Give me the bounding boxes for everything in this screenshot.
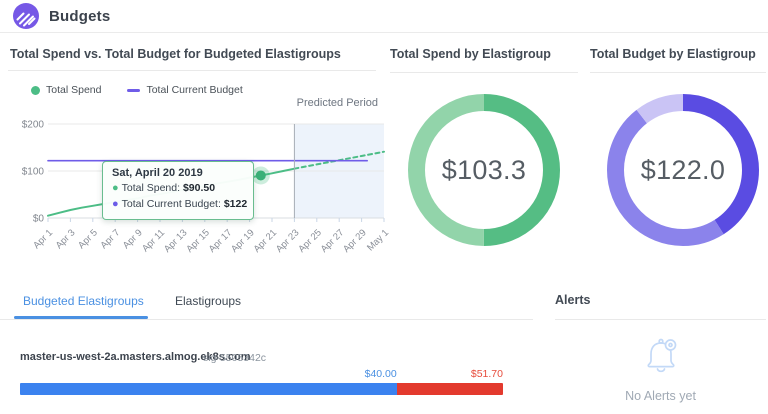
svg-text:Apr 13: Apr 13 xyxy=(162,227,190,255)
over-amount-label: $51.70 xyxy=(471,368,503,380)
legend-item-total-spend[interactable]: Total Spend xyxy=(31,84,101,96)
app-header: Budgets xyxy=(0,0,768,33)
tooltip-budget-value: $122 xyxy=(224,198,247,210)
total-spend-value: $103.3 xyxy=(404,90,564,250)
svg-text:Apr 3: Apr 3 xyxy=(54,227,78,251)
spent-amount-label: $40.00 xyxy=(365,368,397,380)
tooltip-date: Sat, April 20 2019 xyxy=(112,167,244,179)
svg-text:Apr 7: Apr 7 xyxy=(98,227,122,251)
total-budget-line-icon xyxy=(127,89,140,92)
svg-text:Apr 15: Apr 15 xyxy=(184,227,212,255)
tab-budgeted-elastigroups[interactable]: Budgeted Elastigroups xyxy=(23,294,144,308)
left-panel-divider xyxy=(8,70,376,71)
svg-text:Apr 27: Apr 27 xyxy=(319,227,347,255)
chart-tooltip: Sat, April 20 2019 ●Total Spend: $90.50 … xyxy=(102,161,254,220)
alerts-divider xyxy=(555,319,766,320)
page-title: Budgets xyxy=(49,8,110,25)
tooltip-spend-value: $90.50 xyxy=(183,182,215,194)
tooltip-row-spend: ●Total Spend: $90.50 xyxy=(112,181,244,197)
bell-icon xyxy=(637,332,685,380)
svg-text:Apr 23: Apr 23 xyxy=(274,227,302,255)
mid-panel-divider xyxy=(390,72,578,73)
right-panel-divider xyxy=(590,72,766,73)
svg-text:Apr 1: Apr 1 xyxy=(31,227,55,251)
total-spend-dot-icon xyxy=(31,86,40,95)
usage-bar-over-segment xyxy=(397,383,503,395)
spend-bullet-icon: ● xyxy=(112,182,119,194)
budget-usage-bar[interactable] xyxy=(20,383,503,395)
svg-text:Apr 25: Apr 25 xyxy=(296,227,324,255)
legend-label-total-budget: Total Current Budget xyxy=(146,84,242,96)
svg-text:May 1: May 1 xyxy=(365,227,391,253)
svg-text:Apr 17: Apr 17 xyxy=(207,227,235,255)
spend-vs-budget-title: Total Spend vs. Total Budget for Budgete… xyxy=(10,47,341,61)
usage-bar-spent-segment xyxy=(20,383,397,395)
alerts-title: Alerts xyxy=(555,293,590,307)
total-spend-donut-chart[interactable]: $103.3 xyxy=(404,90,564,250)
legend-item-total-budget[interactable]: Total Current Budget xyxy=(127,84,242,96)
svg-text:Apr 29: Apr 29 xyxy=(341,227,369,255)
tabs-divider xyxy=(0,319,533,320)
svg-text:Apr 21: Apr 21 xyxy=(252,227,280,255)
tooltip-budget-label: Total Current Budget: xyxy=(122,198,221,210)
chart-legend: Total Spend Total Current Budget xyxy=(31,84,243,96)
svg-text:Apr 19: Apr 19 xyxy=(229,227,257,255)
total-budget-donut-chart[interactable]: $122.0 xyxy=(603,90,763,250)
svg-text:$0: $0 xyxy=(33,214,45,225)
budget-donut-title: Total Budget by Elastigroup xyxy=(590,47,756,61)
elastigroup-sig-id: sig-5505342c xyxy=(203,352,266,364)
legend-label-total-spend: Total Spend xyxy=(46,84,101,96)
svg-text:Apr 11: Apr 11 xyxy=(140,227,167,254)
usage-bar-labels: $40.00 $51.70 xyxy=(20,368,503,381)
tab-elastigroups[interactable]: Elastigroups xyxy=(175,294,241,308)
tooltip-row-budget: ●Total Current Budget: $122 xyxy=(112,197,244,213)
svg-text:$200: $200 xyxy=(22,120,45,131)
budget-bullet-icon: ● xyxy=(112,198,119,210)
active-tab-underline xyxy=(14,316,148,319)
tooltip-spend-label: Total Spend: xyxy=(122,182,180,194)
spend-donut-title: Total Spend by Elastigroup xyxy=(390,47,551,61)
budgets-dashboard: Budgets Total Spend vs. Total Budget for… xyxy=(0,0,768,414)
total-budget-value: $122.0 xyxy=(603,90,763,250)
svg-text:Apr 5: Apr 5 xyxy=(76,227,100,251)
svg-text:$100: $100 xyxy=(22,167,45,178)
no-alerts-text: No Alerts yet xyxy=(555,389,766,403)
spotinst-logo-icon[interactable] xyxy=(13,3,39,29)
